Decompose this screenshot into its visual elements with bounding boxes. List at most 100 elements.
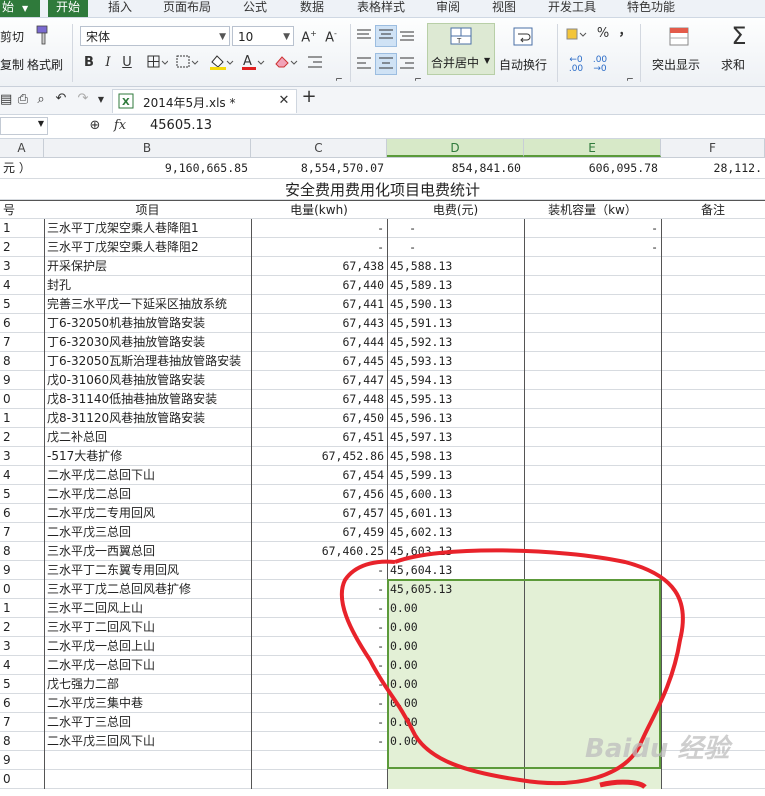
number-dialog-launcher-icon[interactable]: ⌐ (625, 72, 635, 88)
table-cell-cap[interactable] (524, 447, 661, 466)
table-cell-fee[interactable]: 45,601.13 (387, 504, 524, 523)
totals-c[interactable]: 8,554,570.07 (251, 158, 387, 177)
totals-d[interactable]: 854,841.60 (387, 158, 524, 177)
table-cell-kwh[interactable]: - (251, 599, 387, 618)
new-tab-icon[interactable]: + (300, 88, 318, 106)
menu-item[interactable]: 表格样式 (357, 0, 405, 17)
table-cell-n[interactable]: 6 (0, 694, 44, 713)
table-cell-cap[interactable] (524, 466, 661, 485)
menu-item[interactable]: 审阅 (436, 0, 460, 17)
table-cell-note[interactable] (661, 295, 765, 314)
formula-input[interactable]: 45605.13 (150, 118, 212, 133)
wrap-text-button[interactable]: 自动换行 (499, 56, 547, 73)
table-cell-project[interactable]: 二水平戊二总回下山 (44, 466, 251, 485)
table-cell-note[interactable] (661, 238, 765, 257)
table-cell-fee[interactable]: 45,593.13 (387, 352, 524, 371)
table-cell-project[interactable]: -517大巷扩修 (44, 447, 251, 466)
table-cell-fee[interactable]: 45,602.13 (387, 523, 524, 542)
decrease-font-icon[interactable]: A- (322, 26, 340, 46)
conditional-format-icon[interactable] (668, 26, 692, 53)
table-cell-kwh[interactable]: 67,451 (251, 428, 387, 447)
table-cell-note[interactable] (661, 314, 765, 333)
table-cell-note[interactable] (661, 485, 765, 504)
table-cell-project[interactable]: 戊0-31060风巷抽放管路安装 (44, 371, 251, 390)
table-cell-cap[interactable] (524, 751, 661, 770)
zoom-search-icon[interactable]: ⊕ (87, 118, 103, 134)
table-cell-note[interactable] (661, 276, 765, 295)
header-kwh[interactable]: 电量(kwh) (251, 201, 387, 220)
insert-function-icon[interactable]: fx (110, 118, 130, 134)
header-capacity[interactable]: 装机容量（kw） (524, 201, 661, 220)
redo-icon[interactable]: ↷ (76, 91, 90, 107)
table-cell-kwh[interactable]: - (251, 732, 387, 751)
table-cell-fee[interactable] (387, 751, 524, 770)
table-cell-project[interactable] (44, 751, 251, 770)
indent-icon[interactable] (306, 54, 324, 75)
table-cell-n[interactable]: 4 (0, 276, 44, 295)
align-middle-icon[interactable] (375, 25, 397, 47)
table-cell-fee[interactable]: 0.00 (387, 618, 524, 637)
table-cell-fee[interactable]: 0.00 (387, 694, 524, 713)
table-cell-fee[interactable]: 45,596.13 (387, 409, 524, 428)
table-cell-cap[interactable] (524, 599, 661, 618)
totals-b[interactable]: 9,160,665.85 (44, 158, 251, 177)
font-name-select[interactable]: 宋体 ▼ (80, 26, 230, 46)
table-cell-fee[interactable]: 45,597.13 (387, 428, 524, 447)
table-cell-project[interactable]: 二水平戊三回风下山 (44, 732, 251, 751)
table-cell-kwh[interactable]: 67,456 (251, 485, 387, 504)
copy-button[interactable]: 复制 (0, 56, 24, 73)
table-cell-fee[interactable]: - (387, 238, 524, 257)
table-cell-cap[interactable] (524, 732, 661, 751)
align-center-icon[interactable] (375, 53, 397, 75)
column-header-f[interactable]: F (661, 139, 765, 157)
increase-decimal-icon[interactable]: ←0.00 (566, 56, 586, 74)
align-top-icon[interactable] (355, 27, 373, 48)
quick-access-dropdown-icon[interactable]: ▼ (96, 92, 106, 108)
totals-label[interactable]: 元 ） (0, 158, 44, 177)
table-cell-n[interactable]: 1 (0, 599, 44, 618)
table-cell-fee[interactable]: 45,594.13 (387, 371, 524, 390)
table-cell-note[interactable] (661, 428, 765, 447)
table-cell-cap[interactable] (524, 561, 661, 580)
table-cell-cap[interactable] (524, 542, 661, 561)
table-cell-project[interactable]: 丁6-32050瓦斯治理巷抽放管路安装 (44, 352, 251, 371)
table-cell-fee[interactable]: 45,598.13 (387, 447, 524, 466)
table-cell-note[interactable] (661, 409, 765, 428)
table-cell-fee[interactable]: 45,595.13 (387, 390, 524, 409)
column-header-a[interactable]: A (0, 139, 44, 157)
fill-color-icon[interactable] (208, 53, 234, 76)
table-title[interactable]: 安全费用费用化项目电费统计 (0, 180, 765, 200)
table-cell-cap[interactable]: - (524, 219, 661, 238)
table-cell-project[interactable]: 三水平戊一西翼总回 (44, 542, 251, 561)
table-cell-project[interactable]: 封孔 (44, 276, 251, 295)
table-cell-cap[interactable] (524, 409, 661, 428)
table-cell-kwh[interactable]: - (251, 656, 387, 675)
table-cell-cap[interactable] (524, 504, 661, 523)
table-cell-cap[interactable]: - (524, 238, 661, 257)
table-cell-note[interactable] (661, 675, 765, 694)
table-cell-kwh[interactable]: - (251, 561, 387, 580)
totals-f[interactable]: 28,112. (661, 158, 765, 177)
table-cell-note[interactable] (661, 333, 765, 352)
table-cell-kwh[interactable]: - (251, 618, 387, 637)
underline-icon[interactable]: U (120, 55, 134, 71)
name-box[interactable]: ▼ (0, 117, 48, 135)
table-cell-fee[interactable]: 45,603.13 (387, 542, 524, 561)
bold-icon[interactable]: B (82, 55, 96, 71)
table-cell-fee[interactable]: 45,592.13 (387, 333, 524, 352)
table-cell-n[interactable]: 2 (0, 618, 44, 637)
table-cell-kwh[interactable]: - (251, 694, 387, 713)
wrap-text-icon[interactable] (512, 26, 536, 53)
table-cell-n[interactable]: 3 (0, 447, 44, 466)
table-cell-kwh[interactable]: 67,447 (251, 371, 387, 390)
table-cell-kwh[interactable]: 67,440 (251, 276, 387, 295)
alignment-dialog-launcher-icon[interactable]: ⌐ (413, 72, 423, 88)
table-cell-cap[interactable] (524, 257, 661, 276)
table-cell-project[interactable]: 丁6-32050机巷抽放管路安装 (44, 314, 251, 333)
table-cell-project[interactable]: 丁6-32030风巷抽放管路安装 (44, 333, 251, 352)
clear-format-icon[interactable] (272, 53, 298, 76)
table-cell-kwh[interactable]: - (251, 637, 387, 656)
table-cell-project[interactable]: 开采保护层 (44, 257, 251, 276)
table-cell-note[interactable] (661, 580, 765, 599)
sum-button[interactable]: 求和 (721, 56, 745, 73)
